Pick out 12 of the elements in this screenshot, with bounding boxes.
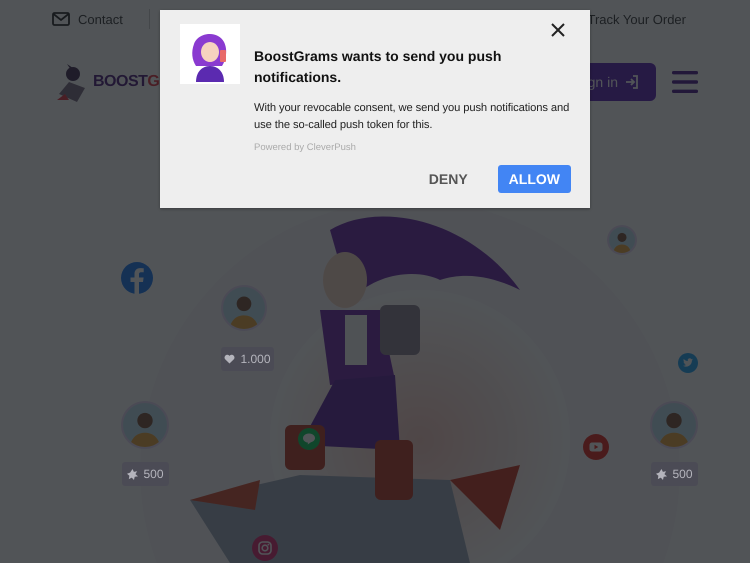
burst-icon — [127, 468, 138, 480]
burst-icon — [656, 468, 668, 480]
dialog-message: With your revocable consent, we send you push notifications and use the so-called push token for this. — [254, 101, 570, 133]
stat-count: 500 — [672, 467, 693, 481]
close-icon — [551, 23, 565, 37]
powered-by-text: Powered by CleverPush — [254, 142, 357, 153]
allow-button[interactable]: ALLOW — [498, 165, 571, 193]
heart-icon — [224, 354, 236, 364]
stat-count: 500 — [143, 467, 164, 481]
deny-button[interactable]: DENY — [418, 165, 479, 193]
stat-count: 1.000 — [240, 352, 271, 366]
dialog-title: BoostGrams wants to send you push notifications. — [254, 47, 502, 87]
